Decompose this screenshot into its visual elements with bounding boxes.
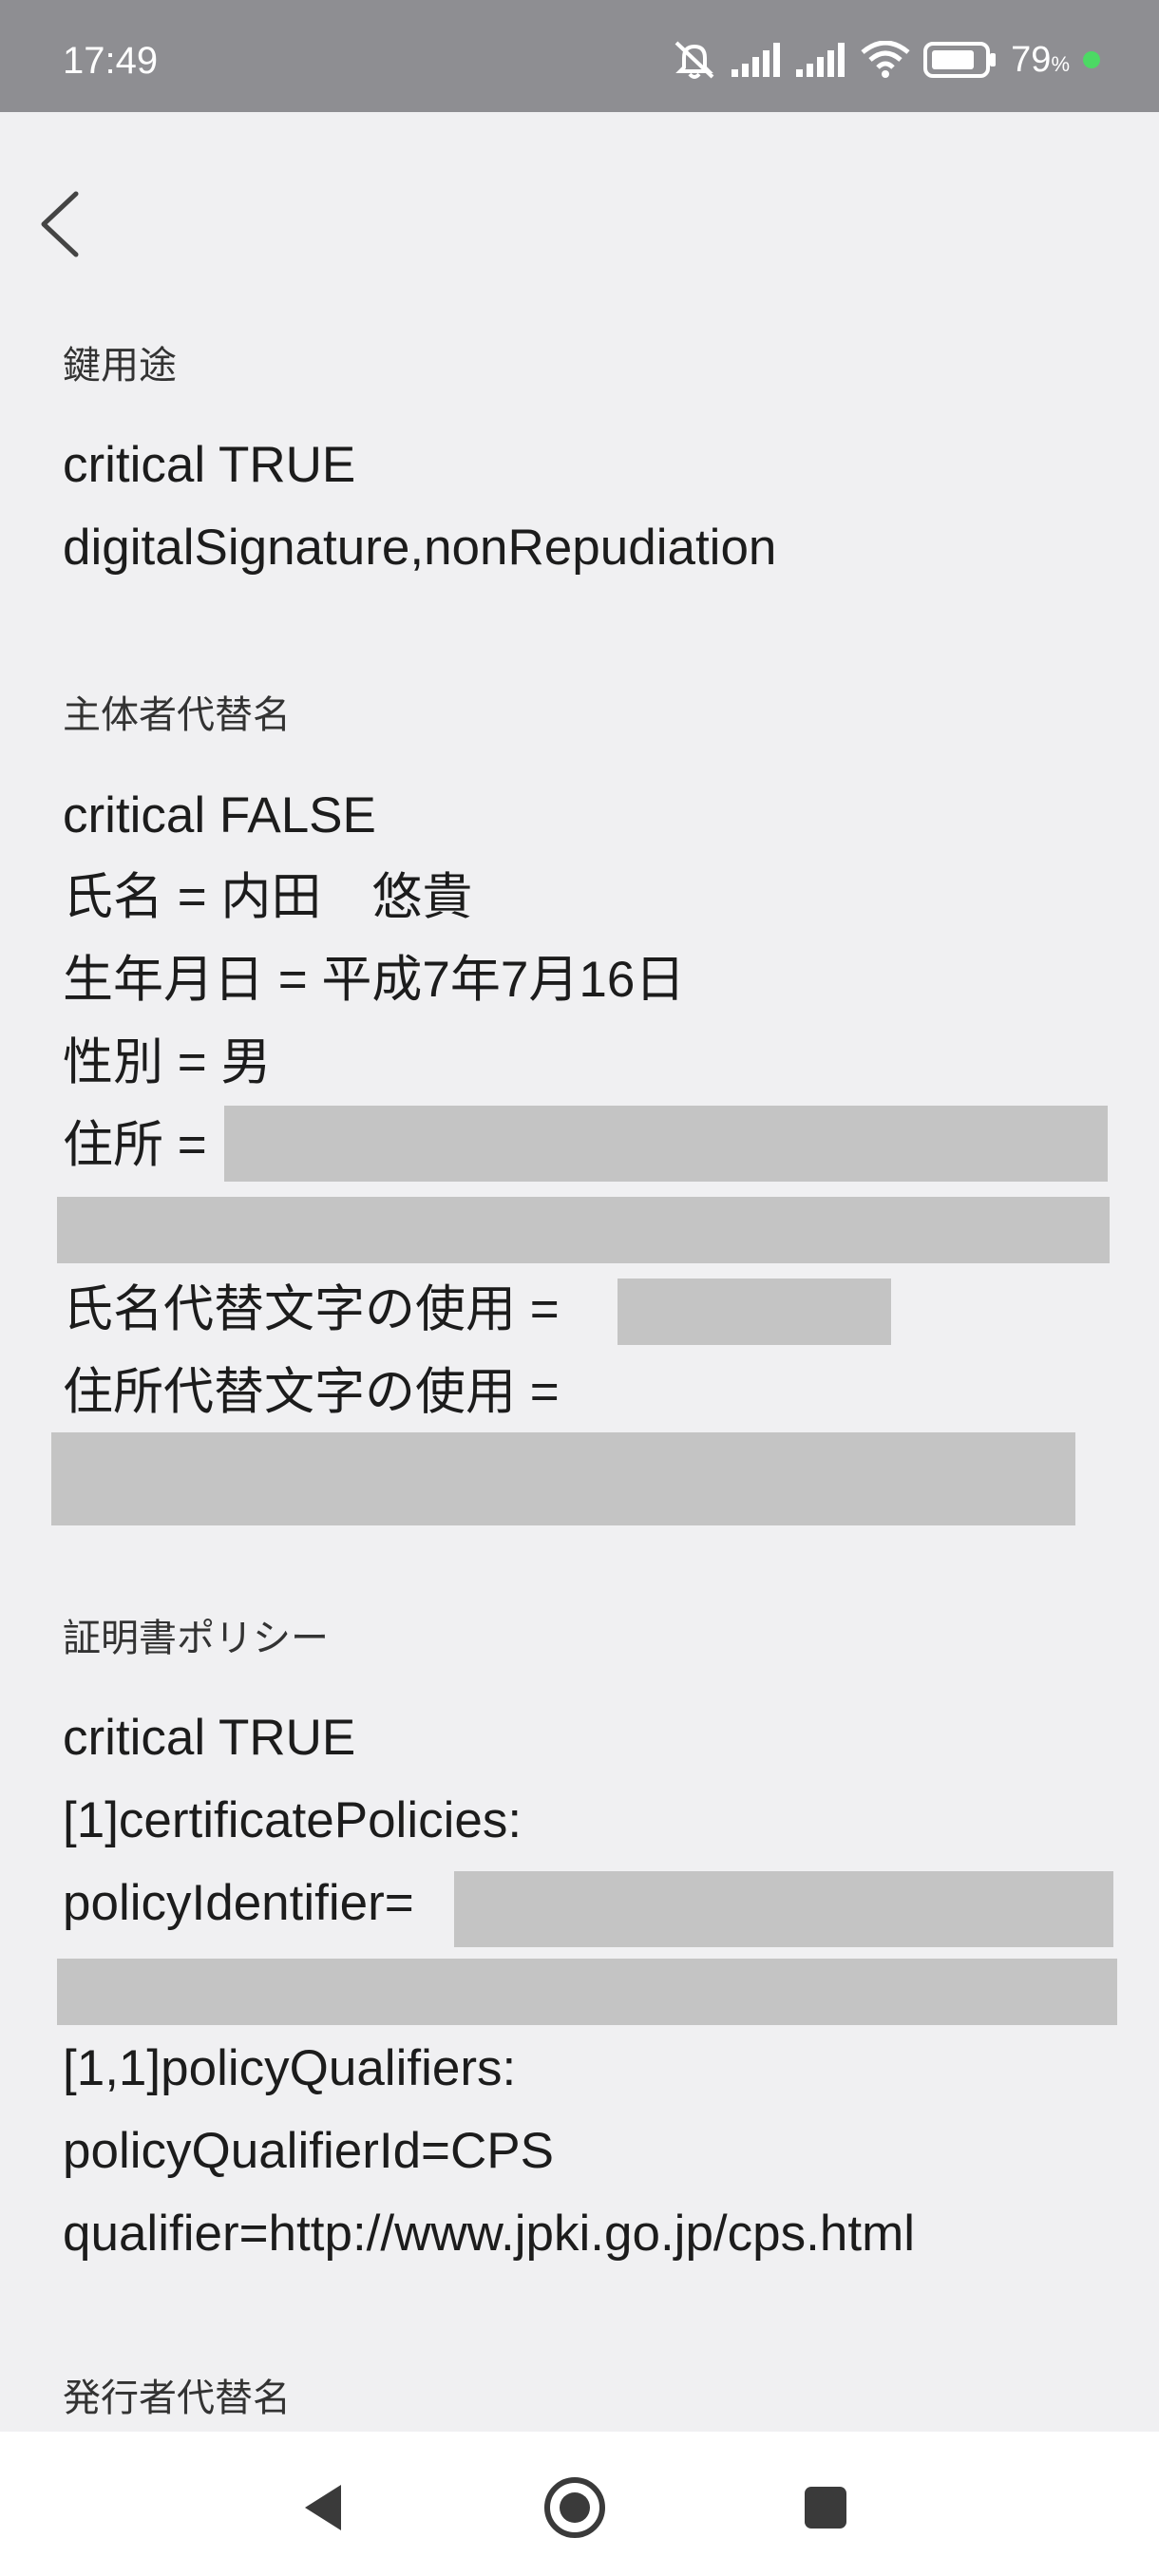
subject-address-label: 住所 = (63, 1117, 207, 1173)
triangle-back-icon (305, 2485, 341, 2530)
policy-critical: critical TRUE (63, 1710, 356, 1766)
policy-qualifiers: [1,1]policyQualifiers: (63, 2040, 517, 2096)
redaction-address-2 (57, 1197, 1110, 1263)
signal-icon (796, 43, 846, 77)
subject-alt-address-chars-label: 住所代替文字の使用 = (63, 1364, 560, 1420)
subject-name: 氏名 = 内田 悠貴 (63, 869, 473, 925)
section-title-issuer-alt-name: 発行者代替名 (63, 2377, 291, 2420)
key-usage-value: digitalSignature,nonRepudiation (63, 520, 777, 576)
back-button[interactable] (34, 186, 91, 262)
redaction-policy-id-2 (57, 1959, 1117, 2025)
status-time: 17:49 (63, 40, 159, 82)
nav-home-button[interactable] (537, 2470, 613, 2546)
policy-certificate-policies: [1]certificatePolicies: (63, 1792, 522, 1848)
nav-recents-button[interactable] (788, 2470, 864, 2546)
redaction-name-chars (618, 1279, 891, 1345)
battery-percent: 79% (1011, 39, 1070, 80)
subject-birthdate: 生年月日 = 平成7年7月16日 (63, 952, 686, 1008)
policy-qualifier-id: policyQualifierId=CPS (63, 2123, 554, 2179)
section-title-key-usage: 鍵用途 (63, 344, 177, 388)
square-recents-icon (805, 2487, 846, 2529)
policy-identifier-label: policyIdentifier= (63, 1875, 414, 1931)
policy-qualifier-url: qualifier=http://www.jpki.go.jp/cps.html (63, 2206, 915, 2262)
subject-gender: 性別 = 男 (63, 1034, 272, 1090)
battery-icon (923, 42, 997, 78)
redaction-policy-id-1 (454, 1871, 1113, 1947)
nav-back-button[interactable] (285, 2470, 361, 2546)
key-usage-critical: critical TRUE (63, 437, 356, 493)
chevron-left-icon (41, 191, 79, 257)
mute-icon (674, 41, 714, 79)
section-title-subject-alt-name: 主体者代替名 (63, 693, 291, 737)
status-bar: 17:49 79% (0, 0, 1159, 112)
redaction-address-chars (51, 1432, 1075, 1525)
redaction-address-1 (224, 1106, 1108, 1182)
navigation-bar (0, 2432, 1159, 2576)
signal-icon (732, 43, 781, 77)
circle-home-icon (544, 2477, 605, 2538)
subject-alt-name-chars-label: 氏名代替文字の使用 = (63, 1281, 560, 1337)
subject-critical: critical FALSE (63, 787, 376, 843)
wifi-icon (861, 41, 910, 78)
status-icons: 79% (671, 38, 1100, 82)
charging-dot (1083, 51, 1100, 68)
section-title-cert-policy: 証明書ポリシー (63, 1617, 329, 1660)
